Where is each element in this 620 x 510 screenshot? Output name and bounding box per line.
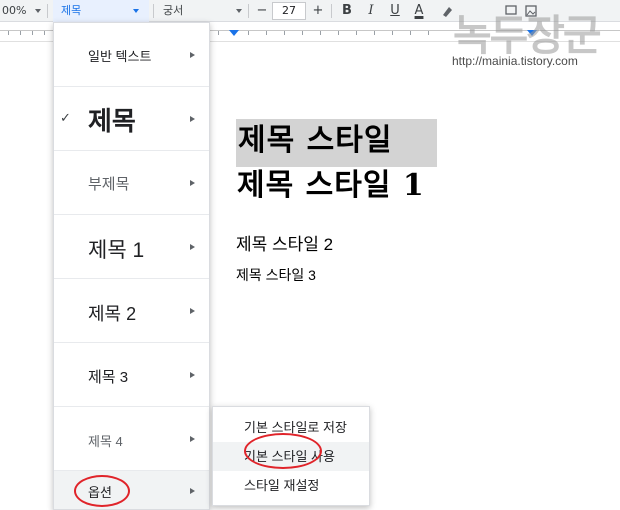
check-icon: ✓	[60, 111, 71, 126]
paragraph-style-menu: 일반 텍스트 ✓ 제목 부제목 제목 1 제목 2 제목 3 제목 4 옵션	[53, 22, 210, 510]
menu-item-title[interactable]: ✓ 제목	[54, 87, 209, 151]
ruler-tick	[392, 31, 393, 35]
menu-item-subtitle[interactable]: 부제목	[54, 151, 209, 215]
menu-item-label: 일반 텍스트	[88, 49, 152, 64]
menu-item-label: 제목 3	[88, 369, 129, 386]
paragraph-style-value: 제목	[61, 4, 82, 17]
menu-item-normal-text[interactable]: 일반 텍스트	[54, 23, 209, 87]
toolbar-divider	[248, 4, 249, 18]
ruler-tick	[266, 31, 267, 35]
submenu-arrow-icon	[190, 244, 195, 250]
toolbar-divider	[331, 4, 332, 18]
menu-item-heading-4[interactable]: 제목 4	[54, 407, 209, 471]
increase-font-size-button[interactable]: +	[309, 0, 327, 22]
submenu-arrow-icon	[190, 180, 195, 186]
ruler-tick	[356, 31, 357, 35]
document-heading-3[interactable]: 제목 스타일 3	[236, 265, 316, 285]
ruler-tick	[32, 31, 33, 35]
menu-item-label: 제목	[88, 107, 136, 137]
ruler-tick	[248, 31, 249, 35]
toolbar-divider	[47, 4, 48, 18]
submenu-arrow-icon	[190, 372, 195, 378]
submenu-arrow-icon	[190, 488, 195, 494]
ruler-tick	[410, 31, 411, 35]
zoom-dropdown-icon[interactable]	[35, 9, 41, 13]
annotation-circle-options	[74, 475, 130, 507]
submenu-arrow-icon	[190, 52, 195, 58]
style-dropdown-icon	[133, 9, 139, 13]
ruler-tick	[284, 31, 285, 35]
paragraph-style-select[interactable]: 제목	[53, 0, 149, 22]
ruler-tick	[302, 31, 303, 35]
font-size-input[interactable]: 27	[272, 2, 306, 20]
italic-button[interactable]: I	[362, 0, 380, 22]
menu-item-label: 제목 4	[88, 434, 123, 449]
menu-item-label: 제목 2	[88, 304, 137, 324]
ruler-tick	[8, 31, 9, 35]
ruler-tick	[320, 31, 321, 35]
ruler-tick	[428, 31, 429, 35]
highlight-icon[interactable]	[440, 4, 454, 18]
ruler-tick	[20, 31, 21, 35]
text-color-button[interactable]: A	[410, 0, 428, 22]
watermark-url: http://mainia.tistory.com	[452, 54, 578, 68]
zoom-select[interactable]: 00%	[2, 0, 26, 22]
menu-item-label: 부제목	[88, 176, 130, 193]
document-heading-2[interactable]: 제목 스타일 2	[236, 233, 333, 257]
underline-button[interactable]: U	[386, 0, 404, 22]
bold-button[interactable]: B	[338, 0, 356, 22]
font-dropdown-icon[interactable]	[236, 9, 242, 13]
reset-styles-item[interactable]: 스타일 재설정	[213, 471, 369, 500]
menu-item-heading-2[interactable]: 제목 2	[54, 279, 209, 343]
left-indent-marker[interactable]	[229, 30, 239, 36]
menu-item-heading-1[interactable]: 제목 1	[54, 215, 209, 279]
annotation-circle-use-default	[244, 433, 322, 469]
font-family-select[interactable]: 궁서	[163, 0, 183, 22]
ruler-tick	[374, 31, 375, 35]
document-heading-1[interactable]: 제목 스타일 1	[237, 164, 425, 208]
ruler-tick	[44, 31, 45, 35]
ruler-tick	[218, 31, 219, 35]
ruler-tick	[338, 31, 339, 35]
docs-window: 00% 제목 궁서 − 27 + B I U A 녹두장군 http://mai…	[0, 0, 620, 510]
toolbar-divider	[153, 4, 154, 18]
submenu-arrow-icon	[190, 116, 195, 122]
decrease-font-size-button[interactable]: −	[253, 0, 271, 22]
submenu-arrow-icon	[190, 308, 195, 314]
document-title-text[interactable]: 제목 스타일	[236, 119, 437, 167]
menu-item-heading-3[interactable]: 제목 3	[54, 343, 209, 407]
submenu-arrow-icon	[190, 436, 195, 442]
menu-item-label: 제목 1	[88, 239, 145, 262]
